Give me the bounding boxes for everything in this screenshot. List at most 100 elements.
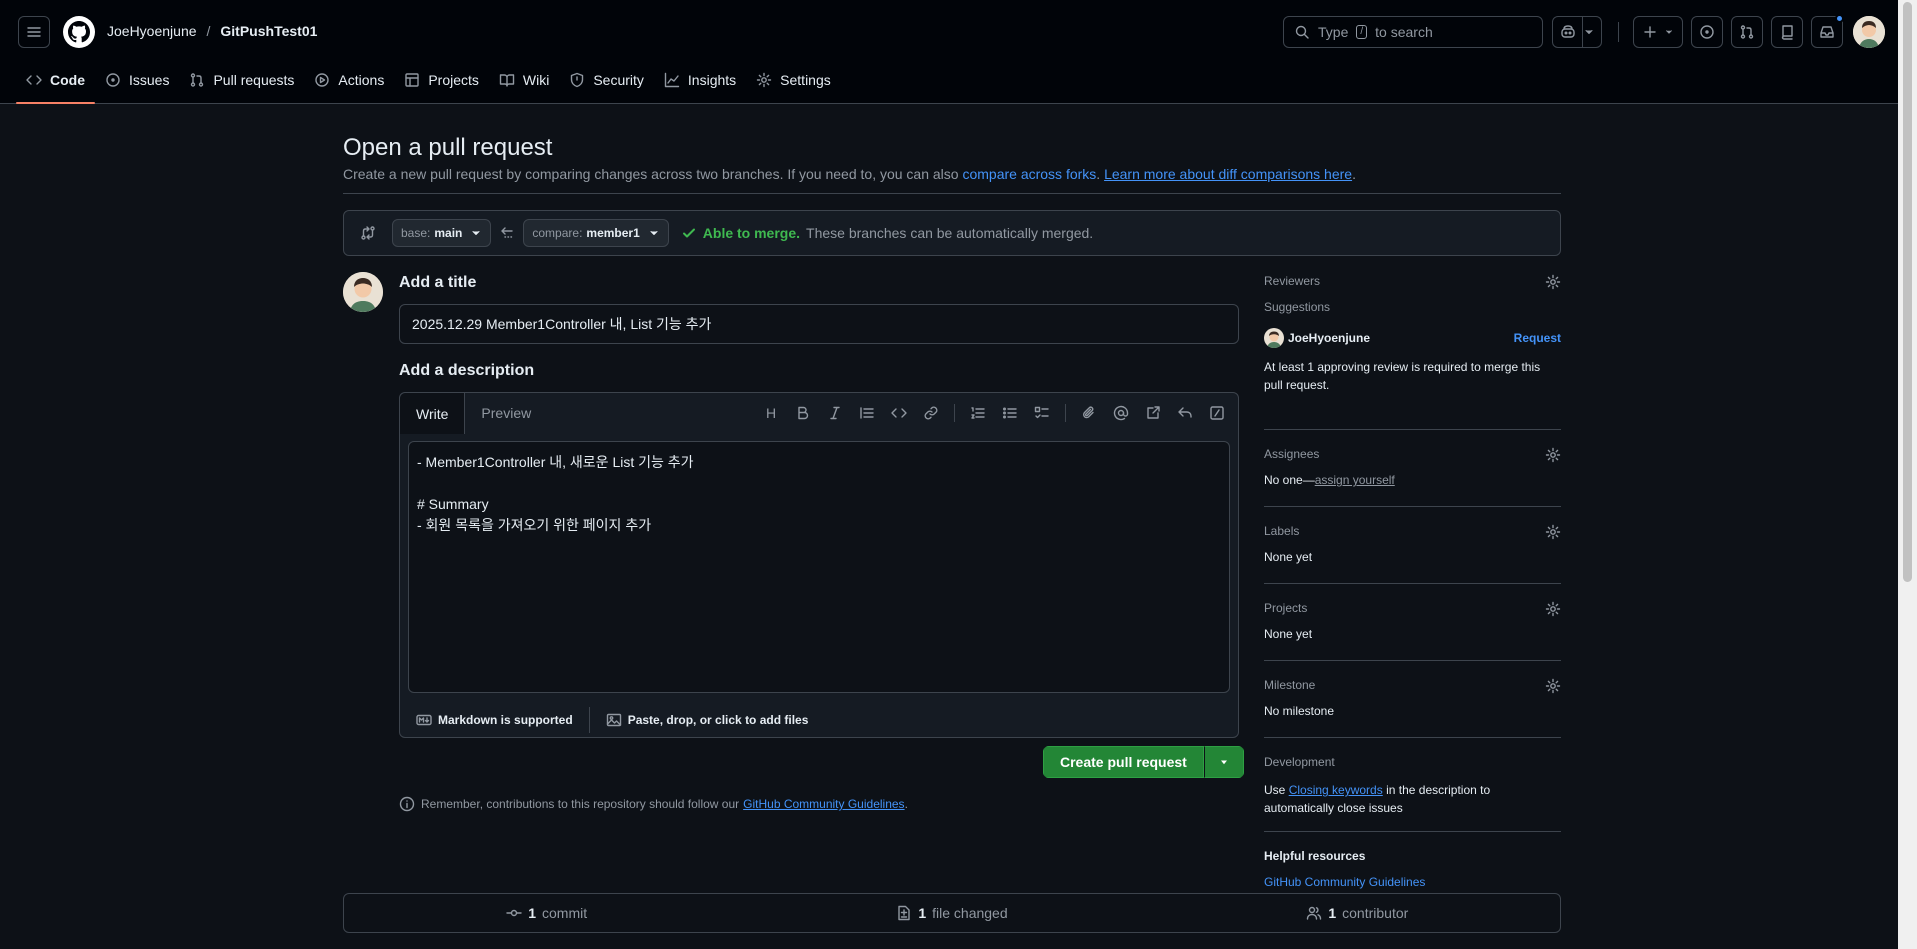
create-pr-options-button[interactable] bbox=[1203, 746, 1244, 778]
tab-preview[interactable]: Preview bbox=[465, 393, 547, 433]
quote-button[interactable] bbox=[854, 401, 880, 425]
files-changed-stat[interactable]: 1 file changed bbox=[749, 905, 1154, 921]
heading-button[interactable]: H bbox=[758, 401, 784, 425]
gear-icon[interactable] bbox=[1545, 524, 1561, 540]
base-branch-select[interactable]: base: main bbox=[392, 219, 492, 247]
search-suffix: to search bbox=[1375, 24, 1433, 40]
subtitle-text: Create a new pull request by comparing c… bbox=[343, 166, 959, 182]
hamburger-icon bbox=[27, 27, 41, 37]
tab-pull-requests[interactable]: Pull requests bbox=[179, 62, 304, 98]
mention-icon bbox=[1113, 405, 1129, 421]
issues-button[interactable] bbox=[1691, 16, 1723, 48]
merge-message: These branches can be automatically merg… bbox=[806, 225, 1094, 241]
page-title: Open a pull request bbox=[343, 134, 553, 161]
breadcrumb: JoeHyoenjune / GitPushTest01 bbox=[107, 23, 317, 39]
tab-issues[interactable]: Issues bbox=[95, 62, 179, 98]
repo-link[interactable]: GitPushTest01 bbox=[220, 23, 317, 39]
reviewer-avatar bbox=[1264, 328, 1284, 348]
tab-label: Wiki bbox=[522, 72, 550, 88]
subtitle-punctuation: . bbox=[1352, 166, 1356, 182]
pull-requests-button[interactable] bbox=[1731, 16, 1763, 48]
base-value: main bbox=[434, 226, 463, 240]
copilot-button[interactable] bbox=[1552, 16, 1602, 48]
reference-button[interactable] bbox=[1140, 401, 1166, 425]
create-pull-request-button[interactable]: Create pull request bbox=[1043, 746, 1204, 778]
tab-actions[interactable]: Actions bbox=[304, 62, 394, 98]
tab-settings[interactable]: Settings bbox=[746, 62, 841, 98]
attach-files[interactable]: Paste, drop, or click to add files bbox=[606, 712, 809, 728]
title-input[interactable] bbox=[399, 304, 1239, 344]
ordered-list-button[interactable] bbox=[965, 401, 991, 425]
bold-button[interactable] bbox=[790, 401, 816, 425]
gear-icon[interactable] bbox=[1545, 274, 1561, 290]
task-list-button[interactable] bbox=[1029, 401, 1055, 425]
tab-insights[interactable]: Insights bbox=[654, 62, 746, 98]
search-prefix: Type bbox=[1318, 24, 1349, 40]
community-guidelines-link[interactable]: GitHub Community Guidelines bbox=[743, 797, 904, 811]
suggestions-label: Suggestions bbox=[1264, 300, 1331, 314]
compare-forks-link[interactable]: compare across forks bbox=[962, 166, 1096, 182]
attach-files-text: Paste, drop, or click to add files bbox=[627, 713, 809, 727]
description-textarea[interactable]: - Member1Controller 내, 새로운 List 기능 추가 # … bbox=[408, 441, 1230, 693]
paperclip-icon bbox=[1083, 406, 1094, 419]
quote-icon bbox=[860, 407, 874, 419]
book-icon bbox=[499, 74, 515, 87]
tab-projects[interactable]: Projects bbox=[394, 62, 489, 98]
menu-button[interactable] bbox=[18, 16, 50, 48]
tab-code[interactable]: Code bbox=[16, 62, 95, 104]
user-avatar[interactable] bbox=[1853, 16, 1885, 48]
search-input[interactable]: Type / to search bbox=[1283, 16, 1543, 48]
reviewer-name[interactable]: JoeHyoenjune bbox=[1288, 331, 1370, 345]
tab-security[interactable]: Security bbox=[559, 62, 654, 98]
unordered-list-button[interactable] bbox=[997, 401, 1023, 425]
bold-icon bbox=[798, 406, 809, 420]
github-logo-icon[interactable] bbox=[63, 16, 95, 48]
description-label: Add a description bbox=[399, 362, 535, 379]
markdown-note[interactable]: Markdown is supported bbox=[416, 712, 573, 728]
list-ordered-icon bbox=[971, 407, 985, 419]
inbox-button[interactable] bbox=[1811, 14, 1844, 48]
slash-commands-button[interactable] bbox=[1204, 401, 1230, 425]
create-new-button[interactable] bbox=[1633, 16, 1683, 48]
review-requirement-note: At least 1 approving review is required … bbox=[1264, 360, 1541, 392]
git-pull-request-icon bbox=[191, 73, 204, 87]
commits-count: 1 bbox=[528, 905, 536, 921]
tab-wiki[interactable]: Wiki bbox=[489, 62, 559, 98]
compare-label: compare: bbox=[532, 226, 583, 240]
gear-icon[interactable] bbox=[1545, 678, 1561, 694]
footer-divider bbox=[588, 707, 590, 733]
community-guidelines-link[interactable]: GitHub Community Guidelines bbox=[1264, 875, 1561, 889]
code-button[interactable] bbox=[886, 401, 912, 425]
attach-button[interactable] bbox=[1076, 401, 1102, 425]
scrollbar-thumb[interactable] bbox=[1903, 2, 1912, 582]
compare-branch-select[interactable]: compare: member1 bbox=[523, 219, 669, 247]
reviewers-heading: Reviewers bbox=[1264, 274, 1321, 288]
gear-icon[interactable] bbox=[1545, 601, 1561, 617]
italic-button[interactable] bbox=[822, 401, 848, 425]
milestone-heading: Milestone bbox=[1264, 678, 1316, 692]
repositories-button[interactable] bbox=[1771, 16, 1803, 48]
search-icon bbox=[1295, 25, 1309, 39]
file-diff-icon bbox=[898, 905, 911, 921]
gear-icon[interactable] bbox=[1545, 447, 1561, 463]
assign-yourself-link[interactable]: assign yourself bbox=[1315, 473, 1395, 487]
request-review-button[interactable]: Request bbox=[1514, 331, 1561, 345]
projects-value: None yet bbox=[1264, 627, 1313, 641]
title-label: Add a title bbox=[399, 274, 477, 291]
commits-stat[interactable]: 1 commit bbox=[344, 905, 749, 921]
mention-button[interactable] bbox=[1108, 401, 1134, 425]
assignees-value: No one— bbox=[1264, 473, 1315, 487]
owner-link[interactable]: JoeHyoenjune bbox=[107, 23, 197, 39]
contributors-stat[interactable]: 1 contributor bbox=[1155, 905, 1560, 921]
base-label: base: bbox=[401, 226, 431, 240]
learn-more-link[interactable]: Learn more about diff comparisons here bbox=[1104, 166, 1352, 182]
search-shortcut-key: / bbox=[1356, 25, 1368, 39]
suggested-reviewer: JoeHyoenjune Request bbox=[1264, 328, 1561, 348]
compare-value: member1 bbox=[586, 226, 640, 240]
saved-replies-button[interactable] bbox=[1172, 401, 1198, 425]
play-icon bbox=[315, 73, 330, 87]
tab-write[interactable]: Write bbox=[400, 393, 466, 434]
development-heading: Development bbox=[1264, 755, 1335, 769]
closing-keywords-link[interactable]: Closing keywords bbox=[1289, 783, 1383, 797]
link-button[interactable] bbox=[918, 401, 944, 425]
